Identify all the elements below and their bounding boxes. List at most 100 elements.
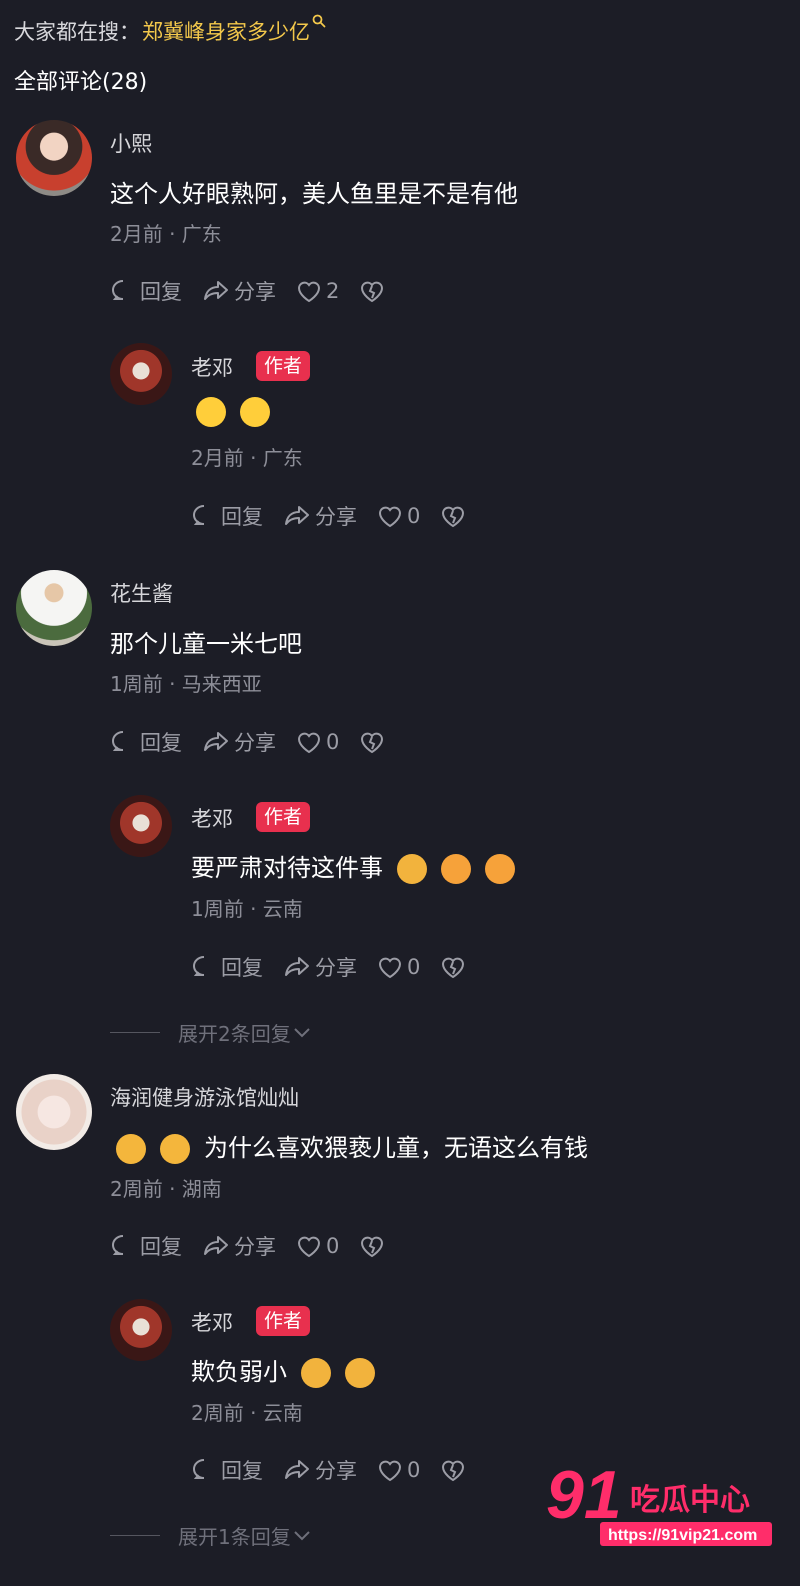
like-count: 0 [407, 1458, 421, 1482]
comment-meta: 2月前 · 广东 [110, 222, 222, 246]
comment-meta: 1周前 · 马来西亚 [110, 672, 262, 696]
dislike-button[interactable] [440, 1458, 470, 1482]
thumbs-up-emoji [484, 854, 515, 884]
username[interactable]: 老邓 [191, 1307, 233, 1337]
reply-label: 回复 [221, 956, 263, 980]
username[interactable]: 海润健身游泳馆灿灿 [110, 1082, 299, 1112]
avatar[interactable] [110, 795, 172, 857]
author-badge: 作者 [256, 351, 311, 381]
comments-count-title: 全部评论(28) [14, 70, 148, 95]
reply-button[interactable]: 回复 [110, 1231, 182, 1261]
share-button[interactable]: 分享 [283, 1455, 357, 1485]
broken-heart-icon [442, 1460, 465, 1482]
divider-line [110, 1535, 160, 1536]
reply-button[interactable]: 回复 [191, 501, 263, 531]
reply-icon [112, 280, 124, 300]
like-button[interactable]: 0 [377, 504, 420, 528]
like-button[interactable]: 0 [377, 1458, 420, 1482]
pray-emoji [300, 1358, 331, 1388]
share-button[interactable]: 分享 [202, 727, 276, 757]
comment-text: 那个儿童一米七吧 [110, 630, 302, 658]
reply-button[interactable]: 回复 [191, 952, 263, 982]
share-button[interactable]: 分享 [283, 952, 357, 982]
broken-heart-icon [442, 957, 465, 979]
chevron-down-icon [294, 1530, 310, 1540]
reply-text [196, 397, 284, 427]
search-suggestion-bar[interactable]: 大家都在搜： 郑冀峰身家多少亿 [14, 14, 326, 48]
share-icon [204, 1236, 228, 1255]
comment-actions: 回复 分享 2 [110, 276, 409, 306]
heart-icon [378, 1460, 402, 1482]
like-button[interactable]: 2 [296, 279, 339, 303]
avatar[interactable] [16, 570, 92, 646]
like-count: 0 [326, 1234, 340, 1258]
like-button[interactable]: 0 [296, 1234, 339, 1258]
comment-meta: 2周前 · 湖南 [110, 1177, 222, 1201]
reply-label: 回复 [221, 505, 263, 529]
search-icon[interactable] [312, 14, 326, 32]
dislike-button[interactable] [440, 955, 470, 979]
avatar[interactable] [110, 343, 172, 405]
share-icon [285, 506, 309, 525]
expand-replies-button[interactable]: 展开1条回复 [110, 1521, 311, 1550]
reply-text-body: 要严肃对待这件事 [191, 854, 383, 882]
cat-emoji [160, 1134, 190, 1164]
share-icon [285, 957, 309, 976]
dislike-button[interactable] [359, 1234, 389, 1258]
reply-label: 回复 [140, 1235, 182, 1259]
broken-heart-icon [361, 1236, 384, 1258]
divider-line [110, 1032, 160, 1033]
like-count: 0 [407, 504, 421, 528]
broken-heart-icon [361, 281, 384, 303]
pray-emoji [396, 854, 427, 884]
reply-text-body: 欺负弱小 [191, 1358, 287, 1386]
comment-meta: 2周前 · 云南 [191, 1401, 303, 1425]
username[interactable]: 花生酱 [110, 578, 173, 608]
expand-replies-label: 展开1条回复 [178, 1525, 291, 1549]
reply-button[interactable]: 回复 [110, 727, 182, 757]
comment-meta: 2月前 · 广东 [191, 446, 303, 470]
expand-replies-button[interactable]: 展开2条回复 [110, 1018, 311, 1047]
author-badge: 作者 [256, 1306, 311, 1336]
reply-button[interactable]: 回复 [191, 1455, 263, 1485]
share-button[interactable]: 分享 [283, 501, 357, 531]
reply-icon [112, 1235, 124, 1255]
avatar[interactable] [16, 1074, 92, 1150]
comment-actions: 回复 分享 0 [110, 1231, 409, 1261]
comment-actions: 回复 分享 0 [191, 952, 490, 982]
grin-sweat-emoji [196, 397, 226, 427]
reply-label: 回复 [140, 731, 182, 755]
like-count: 2 [326, 279, 340, 303]
username[interactable]: 老邓 [191, 803, 233, 833]
like-count: 0 [407, 955, 421, 979]
reply-icon [193, 1459, 205, 1479]
share-icon [204, 732, 228, 751]
username[interactable]: 老邓 [191, 352, 233, 382]
avatar[interactable] [110, 1299, 172, 1361]
dislike-button[interactable] [359, 279, 389, 303]
share-button[interactable]: 分享 [202, 1231, 276, 1261]
pray-emoji [344, 1358, 375, 1388]
reply-icon [193, 956, 205, 976]
like-button[interactable]: 0 [377, 955, 420, 979]
share-label: 分享 [234, 731, 276, 755]
share-label: 分享 [234, 280, 276, 304]
username[interactable]: 小熙 [110, 128, 152, 158]
share-icon [204, 281, 228, 300]
watermark-url: https://91vip21.com [608, 1527, 757, 1544]
heart-icon [297, 732, 321, 754]
avatar[interactable] [16, 120, 92, 196]
cat-emoji [116, 1134, 146, 1164]
like-button[interactable]: 0 [296, 730, 339, 754]
dislike-button[interactable] [440, 504, 470, 528]
comment-meta: 1周前 · 云南 [191, 897, 303, 921]
comment-actions: 回复 分享 0 [191, 501, 490, 531]
share-label: 分享 [315, 1459, 357, 1483]
search-prefix: 大家都在搜： [14, 20, 140, 44]
share-button[interactable]: 分享 [202, 276, 276, 306]
reply-button[interactable]: 回复 [110, 276, 182, 306]
dislike-button[interactable] [359, 730, 389, 754]
svg-text:吃瓜中心: 吃瓜中心 [630, 1483, 750, 1518]
search-suggestion-term[interactable]: 郑冀峰身家多少亿 [142, 16, 310, 46]
expand-replies-label: 展开2条回复 [178, 1022, 291, 1046]
